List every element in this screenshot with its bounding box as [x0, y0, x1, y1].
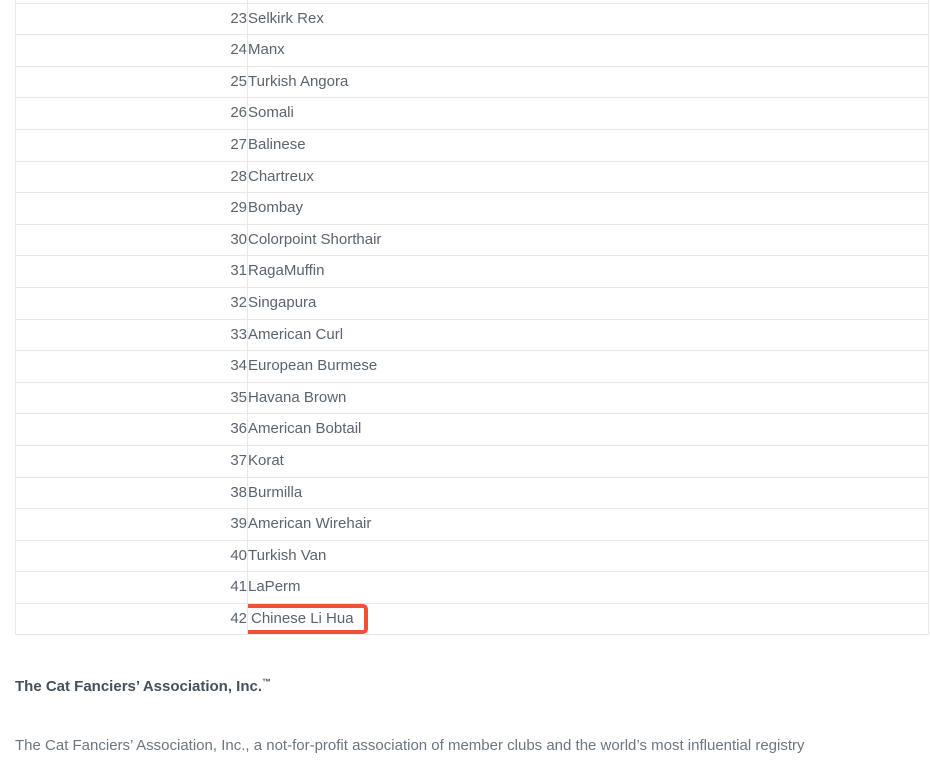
breed-rank-cell: 37 — [15, 444, 248, 478]
table-row: 34 European Burmese — [15, 350, 929, 383]
breed-name-label: American Wirehair — [248, 515, 372, 533]
table-row: 36 American Bobtail — [15, 413, 929, 446]
breed-name-label: Colorpoint Shorthair — [248, 230, 382, 248]
breed-rank-cell: 42 — [15, 602, 248, 636]
breed-name-cell: Somali — [247, 97, 929, 130]
table-row: 40 Turkish Van — [15, 539, 929, 573]
breed-name-label: Turkish Angora — [248, 72, 349, 90]
cat-breeds-table-body: 22Japanese Bobtail23Selkirk Rex24Manx25T… — [15, 0, 929, 636]
trademark-symbol: ™ — [262, 677, 272, 687]
cat-breeds-table: 22Japanese Bobtail23Selkirk Rex24Manx25T… — [15, 0, 929, 636]
breed-rank-cell: 30 — [15, 223, 248, 257]
breed-rank-cell: 41 — [15, 571, 248, 604]
breed-rank-cell: 28 — [15, 160, 248, 194]
breed-name-label: Chartreux — [248, 167, 314, 185]
breed-name-label: Singapura — [248, 293, 317, 311]
breed-name-label: Selkirk Rex — [248, 9, 324, 27]
table-row: 39 American Wirehair — [15, 508, 929, 541]
breed-rank-cell: 35 — [15, 381, 248, 415]
breed-rank-cell: 29 — [15, 192, 248, 225]
highlight-box: Chinese Li Hua — [248, 604, 368, 634]
breed-name-label: Turkish Van — [248, 546, 327, 564]
breed-name-cell: Selkirk Rex — [247, 2, 929, 36]
breed-name-cell: Balinese — [247, 128, 929, 162]
table-row: 35 Havana Brown — [15, 381, 929, 415]
table-row: 29 Bombay — [15, 192, 929, 225]
table-row: 38 Burmilla — [15, 476, 929, 510]
table-row: 30 Colorpoint Shorthair — [15, 223, 929, 257]
breed-name-label: European Burmese — [248, 357, 378, 375]
breed-name-cell: Bombay — [247, 192, 929, 225]
breed-name-label: Manx — [248, 41, 285, 59]
breed-name-cell: RagaMuffin — [247, 255, 929, 288]
breed-name-label: RagaMuffin — [248, 262, 325, 280]
organization-title: The Cat Fanciers’ Association, Inc.™ — [15, 676, 920, 698]
breed-name-cell: Singapura — [247, 286, 929, 320]
breed-name-label: Burmilla — [248, 483, 303, 501]
breed-rank-cell: 34 — [15, 350, 248, 383]
table-row: 23 Selkirk Rex — [15, 2, 929, 36]
organization-title-text: The Cat Fanciers’ Association, Inc. — [15, 678, 263, 695]
breed-name-label: Somali — [248, 104, 294, 122]
breed-rank-cell: 32 — [15, 286, 248, 320]
organization-info-section: The Cat Fanciers’ Association, Inc.™ The… — [15, 676, 920, 755]
breed-name-label: American Bobtail — [248, 420, 362, 438]
cat-breeds-table-container: 22Japanese Bobtail23Selkirk Rex24Manx25T… — [15, 0, 929, 636]
breed-name-cell: American Bobtail — [247, 413, 929, 446]
breed-name-cell: Havana Brown — [247, 381, 929, 415]
table-row: 42 Chinese Li Hua — [15, 602, 929, 636]
table-row: 33 American Curl — [15, 318, 929, 352]
breed-name-cell: Colorpoint Shorthair — [247, 223, 929, 257]
breed-rank-cell: 24 — [15, 34, 248, 67]
breed-rank-cell: 38 — [15, 476, 248, 510]
table-row: 41 LaPerm — [15, 571, 929, 604]
breed-name-cell: American Curl — [247, 318, 929, 352]
table-row: 28 Chartreux — [15, 160, 929, 194]
breed-name-cell: LaPerm — [247, 571, 929, 604]
breed-rank-cell: 26 — [15, 97, 248, 130]
table-row: 37 Korat — [15, 444, 929, 478]
organization-description: The Cat Fanciers’ Association, Inc., a n… — [15, 737, 805, 754]
table-row: 32 Singapura — [15, 286, 929, 320]
breed-rank-cell: 36 — [15, 413, 248, 446]
breed-name-label: LaPerm — [248, 578, 301, 596]
table-row: 31 RagaMuffin — [15, 255, 929, 288]
table-row: 24 Manx — [15, 34, 929, 67]
breed-rank-cell: 33 — [15, 318, 248, 352]
breed-name-label: Havana Brown — [248, 388, 347, 406]
breed-name-cell: Burmilla — [247, 476, 929, 510]
breed-name-cell: American Wirehair — [247, 508, 929, 541]
breed-name-label: Balinese — [248, 136, 306, 153]
breed-name-cell: Chartreux — [247, 160, 929, 194]
breed-rank-cell: 39 — [15, 508, 248, 541]
table-row: 27 Balinese — [15, 128, 929, 162]
breed-name-cell-highlighted: Chinese Li Hua — [247, 602, 929, 636]
breed-name-cell: Korat — [247, 444, 929, 478]
breed-name-label: Korat — [248, 451, 284, 469]
breed-name-label: American Curl — [248, 325, 344, 343]
breed-rank-cell: 25 — [15, 65, 248, 99]
breed-name-cell: Turkish Angora — [247, 65, 929, 99]
breed-name-cell: Manx — [247, 34, 929, 67]
breed-rank-cell: 40 — [15, 539, 248, 573]
breed-rank-cell: 23 — [15, 2, 248, 36]
table-row: 25 Turkish Angora — [15, 65, 929, 99]
breed-name-label: Bombay — [248, 199, 304, 217]
breed-name-cell: Turkish Van — [247, 539, 929, 573]
table-row: 26 Somali — [15, 97, 929, 130]
breed-rank-cell: 31 — [15, 255, 248, 288]
breed-name-cell: European Burmese — [247, 350, 929, 383]
breed-rank-cell: 27 — [15, 128, 248, 162]
